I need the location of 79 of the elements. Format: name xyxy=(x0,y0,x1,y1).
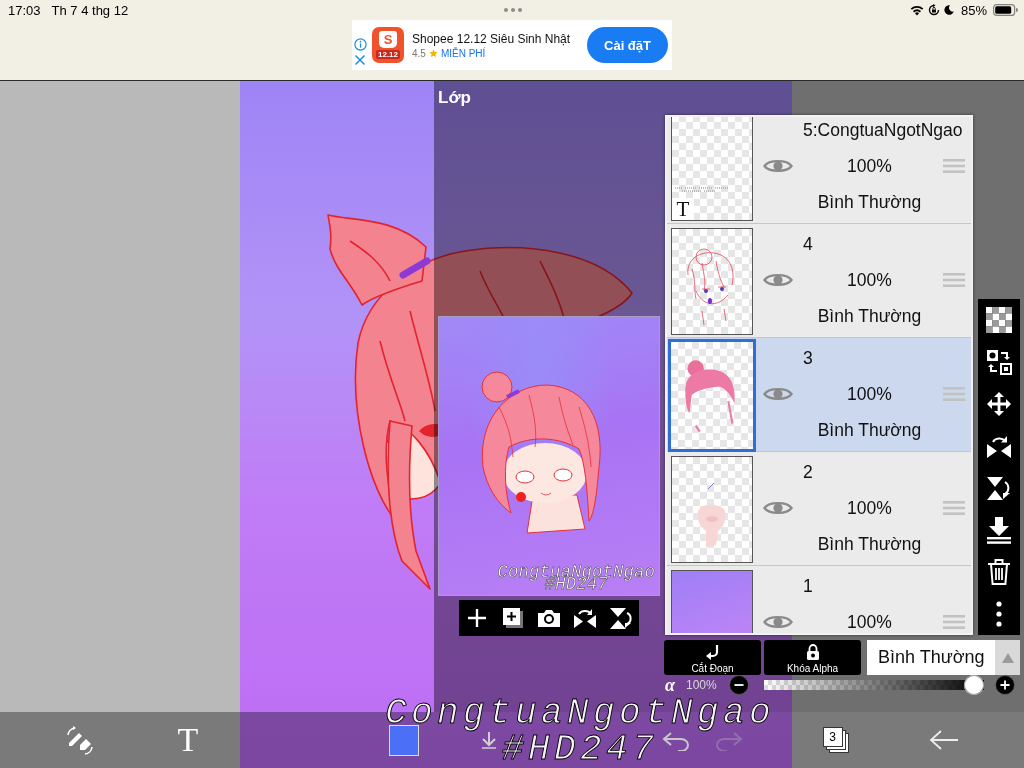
layer-name: 3 xyxy=(803,347,813,370)
eye-icon[interactable] xyxy=(763,499,793,517)
opacity-slider-track[interactable] xyxy=(764,675,984,695)
merge-down-icon[interactable] xyxy=(986,516,1012,544)
blend-mode-dropdown[interactable]: Bình Thường xyxy=(867,640,995,675)
layer-row[interactable]: 3 100% Bình Thường xyxy=(667,338,971,452)
mirror-horizontal-icon[interactable] xyxy=(573,607,597,629)
battery-icon xyxy=(993,4,1018,16)
eye-icon[interactable] xyxy=(763,157,793,175)
drag-handle-icon[interactable] xyxy=(942,158,965,174)
back-arrow-icon[interactable] xyxy=(929,729,959,751)
down-arrow-icon[interactable] xyxy=(480,730,498,750)
layer-name: 5:CongtuaNgotNgao xyxy=(803,119,963,142)
app-rating: 4.5 xyxy=(412,47,426,59)
plus-icon[interactable] xyxy=(995,675,1015,695)
minus-icon[interactable] xyxy=(729,675,749,695)
battery-percentage: 85% xyxy=(961,2,987,18)
layer-blend-mode: Bình Thường xyxy=(817,419,922,442)
layer-opacity: 100% xyxy=(847,155,892,178)
layer-opacity: 100% xyxy=(847,611,892,633)
caret-up-icon xyxy=(1001,652,1014,663)
slider-thumb[interactable] xyxy=(964,675,984,695)
pen-eraser-swap-icon[interactable] xyxy=(65,725,95,755)
drag-handle-icon[interactable] xyxy=(942,500,965,516)
flip-vertical-icon[interactable] xyxy=(986,475,1012,501)
ad-title: Shopee 12.12 Siêu Sinh Nhật xyxy=(412,31,572,46)
eye-icon[interactable] xyxy=(763,385,793,403)
status-time: 17:03 xyxy=(8,2,41,18)
info-icon[interactable] xyxy=(353,38,367,51)
layer-name: 2 xyxy=(803,461,813,484)
panel-title: Lớp xyxy=(438,88,471,108)
layer-blend-mode: Bình Thường xyxy=(817,191,922,214)
opacity-reading: 100% xyxy=(686,678,717,692)
alpha-lock-button[interactable]: Khóa Alpha xyxy=(764,640,861,675)
checkerboard-icon[interactable] xyxy=(986,307,1012,333)
padlock-icon xyxy=(805,644,820,660)
eye-icon[interactable] xyxy=(763,271,793,289)
layer-opacity: 100% xyxy=(847,269,892,292)
layer-opacity: 100% xyxy=(847,497,892,520)
layer-blend-mode: Bình Thường xyxy=(817,305,922,328)
layer-name: 1 xyxy=(803,575,813,598)
layer-row[interactable]: 4 100% Bình Thường xyxy=(667,224,971,338)
wifi-icon xyxy=(910,4,924,16)
layer-plus-icon[interactable] xyxy=(502,607,524,629)
install-button[interactable]: Cài đặT xyxy=(587,27,668,63)
close-icon[interactable] xyxy=(354,54,366,66)
canvas-text-line: CongtuaNgotNgao xyxy=(385,696,776,732)
move-icon[interactable] xyxy=(986,391,1012,417)
swap-icon[interactable] xyxy=(986,349,1012,375)
logo-label: 12.12 xyxy=(376,50,400,59)
layer-row[interactable]: 2 100% Bình Thường xyxy=(667,452,971,566)
layer-blend-mode: Bình Thường xyxy=(817,533,922,556)
multitask-dots-icon[interactable] xyxy=(504,8,522,12)
drag-handle-icon[interactable] xyxy=(942,614,965,630)
drag-handle-icon[interactable] xyxy=(942,386,965,402)
mirror-vertical-icon[interactable] xyxy=(609,606,633,630)
eye-icon[interactable] xyxy=(763,613,793,631)
clip-button[interactable]: Cắt Đoạn xyxy=(664,640,761,675)
tiny-text-icon xyxy=(674,186,730,192)
logo-letter: S xyxy=(379,31,397,48)
more-icon[interactable] xyxy=(996,601,1002,627)
drag-handle-icon[interactable] xyxy=(942,272,965,288)
canvas-text-line: #HD247 xyxy=(502,732,659,768)
trash-icon[interactable] xyxy=(987,558,1011,586)
bent-arrow-icon xyxy=(704,644,721,660)
alpha-symbol: α xyxy=(665,676,675,694)
layer-name: 4 xyxy=(803,233,813,256)
layer-row[interactable]: T 5:CongtuaNgotNgao 100% Bình Thường xyxy=(667,117,971,224)
star-icon xyxy=(428,48,438,58)
camera-icon[interactable] xyxy=(537,608,561,628)
undo-icon[interactable] xyxy=(662,729,692,751)
text-layer-label: T xyxy=(672,198,694,220)
status-date: Th 7 4 thg 12 xyxy=(51,2,129,18)
rotation-lock-icon xyxy=(928,4,940,16)
layer-opacity: 100% xyxy=(847,383,892,406)
moon-icon xyxy=(944,5,954,15)
app-price: MIỄN PHÍ xyxy=(440,47,486,59)
layer-row[interactable]: 1 100% xyxy=(667,566,971,633)
text-tool-button[interactable]: T xyxy=(177,720,199,760)
